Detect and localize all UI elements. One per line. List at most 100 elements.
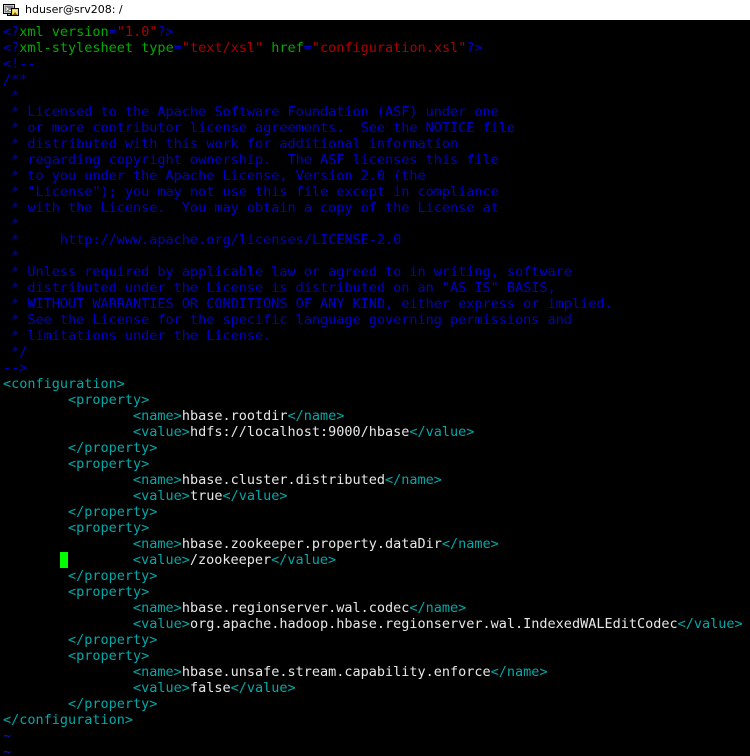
terminal-text-run: </property> xyxy=(3,632,158,648)
terminal-text-run: * distributed under the License is distr… xyxy=(3,280,556,296)
terminal-line: * regarding copyright ownership. The ASF… xyxy=(3,152,748,168)
terminal-line: <name>hbase.regionserver.wal.codec</name… xyxy=(3,600,748,616)
terminal-text-run: hbase.unsafe.stream.capability.enforce xyxy=(181,664,491,680)
terminal-text-run: xml version xyxy=(19,24,109,40)
terminal-line: * http://www.apache.org/licenses/LICENSE… xyxy=(3,232,748,248)
terminal-line: <value>/zookeeper</value> xyxy=(3,552,748,568)
terminal-line: <value>org.apache.hadoop.hbase.regionser… xyxy=(3,616,748,632)
terminal-text-run: * WITHOUT WARRANTIES OR CONDITIONS OF AN… xyxy=(3,296,613,312)
terminal-text-run: </value> xyxy=(230,680,296,696)
terminal-text-run: <? xyxy=(3,40,20,56)
terminal-text-run: <? xyxy=(3,24,20,40)
terminal-line: * "License"); you may not use this file … xyxy=(3,184,748,200)
terminal-text-run: = xyxy=(108,24,117,40)
terminal-text-run: * xyxy=(3,88,20,104)
terminal-text-run: hbase.zookeeper.property.dataDir xyxy=(181,536,442,552)
terminal-text-run: <value> xyxy=(67,552,190,568)
terminal-text-run: * regarding copyright ownership. The ASF… xyxy=(3,152,499,168)
terminal-text-run: * xyxy=(3,216,20,232)
terminal-text-run: * xyxy=(3,248,20,264)
terminal-text-run: ~ xyxy=(3,744,12,756)
terminal-text-run: * Licensed to the Apache Software Founda… xyxy=(3,104,499,120)
terminal-text-run: ?> xyxy=(157,24,174,40)
terminal-line: ~ xyxy=(3,744,748,756)
terminal-text-run: "1.0" xyxy=(116,24,158,40)
terminal-text-run: <value> xyxy=(3,616,190,632)
terminal-line: <property> xyxy=(3,584,748,600)
terminal-text-run: </configuration> xyxy=(3,712,134,728)
terminal-text-run: </property> xyxy=(3,568,158,584)
terminal-line: */ xyxy=(3,344,748,360)
window-title-bar[interactable]: hduser@srv208: / xyxy=(0,0,750,20)
terminal-line: </property> xyxy=(3,440,748,456)
terminal-line: --> xyxy=(3,360,748,376)
terminal-text-run: * See the License for the specific langu… xyxy=(3,312,572,328)
terminal-line: * See the License for the specific langu… xyxy=(3,312,748,328)
terminal-line: </configuration> xyxy=(3,712,748,728)
terminal-line: * WITHOUT WARRANTIES OR CONDITIONS OF AN… xyxy=(3,296,748,312)
terminal-line: /** xyxy=(3,72,748,88)
terminal-line: <!-- xyxy=(3,56,748,72)
terminal-line: </property> xyxy=(3,696,748,712)
terminal-text-run: "text/xsl" xyxy=(181,40,264,56)
terminal-line: <property> xyxy=(3,392,748,408)
terminal-line: <property> xyxy=(3,456,748,472)
terminal-text-run: * with the License. You may obtain a cop… xyxy=(3,200,499,216)
terminal-text-run: /zookeeper xyxy=(189,552,272,568)
terminal-text-run: <property> xyxy=(3,584,150,600)
terminal-text-run: <name> xyxy=(3,600,182,616)
terminal-text-run: false xyxy=(189,680,231,696)
terminal-text-run: <property> xyxy=(3,456,150,472)
terminal-text-run: </value> xyxy=(409,424,475,440)
terminal-text-run: /** xyxy=(3,72,28,88)
terminal-text-run: <property> xyxy=(3,648,150,664)
terminal-text-run: hbase.regionserver.wal.codec xyxy=(181,600,410,616)
terminal-text-run: </name> xyxy=(490,664,548,680)
terminal-text-run: </value> xyxy=(271,552,337,568)
terminal-line: <?xml version="1.0"?> xyxy=(3,24,748,40)
terminal-text-run: hbase.cluster.distributed xyxy=(181,472,386,488)
terminal-line: <?xml-stylesheet type="text/xsl" href="c… xyxy=(3,40,748,56)
terminal-text-run: <name> xyxy=(3,408,182,424)
terminal-line: * distributed under the License is distr… xyxy=(3,280,748,296)
terminal-line: </property> xyxy=(3,632,748,648)
putty-terminal-icon xyxy=(3,4,19,16)
terminal-text-run: <property> xyxy=(3,392,150,408)
terminal-line: <value>false</value> xyxy=(3,680,748,696)
terminal-text-run: </property> xyxy=(3,440,158,456)
terminal-text-run: <!-- xyxy=(3,56,36,72)
terminal-text-run: </name> xyxy=(409,600,467,616)
terminal-text-run: true xyxy=(189,488,223,504)
terminal-line: ~ xyxy=(3,728,748,744)
terminal-text-run: * "License"); you may not use this file … xyxy=(3,184,499,200)
terminal-text-run: hdfs://localhost:9000/hbase xyxy=(189,424,410,440)
terminal-text-run: ~ xyxy=(3,728,12,744)
terminal-screen[interactable]: <?xml version="1.0"?> <?xml-stylesheet ty… xyxy=(0,20,750,756)
terminal-text-run: xml-stylesheet type xyxy=(19,40,174,56)
terminal-text-run: <name> xyxy=(3,664,182,680)
terminal-text-run: href xyxy=(263,40,304,56)
terminal-text-run: </value> xyxy=(222,488,288,504)
terminal-line: <configuration> xyxy=(3,376,748,392)
terminal-text-run: * limitations under the License. xyxy=(3,328,272,344)
terminal-text-run: hbase.rootdir xyxy=(181,408,288,424)
terminal-line: <name>hbase.zookeeper.property.dataDir</… xyxy=(3,536,748,552)
terminal-text-run: <value> xyxy=(3,488,190,504)
terminal-line: <name>hbase.rootdir</name> xyxy=(3,408,748,424)
terminal-text-run: </name> xyxy=(441,536,499,552)
terminal-line: * Unless required by applicable law or a… xyxy=(3,264,748,280)
terminal-text-run: "configuration.xsl" xyxy=(311,40,467,56)
terminal-text-run: </property> xyxy=(3,504,158,520)
terminal-line: * xyxy=(3,248,748,264)
terminal-text-run: </name> xyxy=(287,408,345,424)
terminal-line: <name>hbase.cluster.distributed</name> xyxy=(3,472,748,488)
terminal-text-run: </property> xyxy=(3,696,158,712)
terminal-text-run: org.apache.hadoop.hbase.regionserver.wal… xyxy=(189,616,678,632)
terminal-line: * limitations under the License. xyxy=(3,328,748,344)
terminal-text-run: = xyxy=(303,40,312,56)
terminal-line: * with the License. You may obtain a cop… xyxy=(3,200,748,216)
terminal-line: <property> xyxy=(3,520,748,536)
terminal-line: <name>hbase.unsafe.stream.capability.enf… xyxy=(3,664,748,680)
terminal-text-area[interactable]: <?xml version="1.0"?> <?xml-stylesheet ty… xyxy=(3,24,748,756)
terminal-text-run: <name> xyxy=(3,472,182,488)
